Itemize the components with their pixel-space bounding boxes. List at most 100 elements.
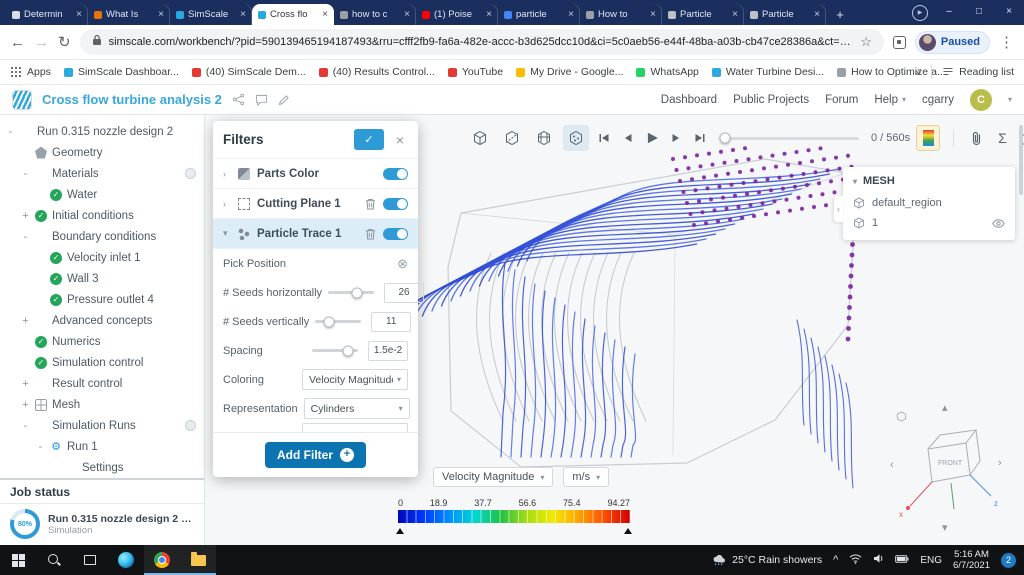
slider-knob[interactable] [351,287,363,298]
new-tab-button[interactable]: + [830,4,850,24]
filter-visibility-toggle[interactable] [383,167,408,180]
slider-knob[interactable] [342,345,354,356]
address-bar[interactable]: simscale.com/workbench/?pid=590139465194… [79,29,884,55]
url-text[interactable]: simscale.com/workbench/?pid=590139465194… [109,36,854,48]
expander-icon[interactable]: - [21,231,30,243]
representation-dropdown[interactable]: Cylinders ▾ [303,398,410,419]
simscale-logo[interactable] [12,89,32,110]
back-button[interactable]: ← [10,35,25,50]
tree-item[interactable]: ✓ Velocity inlet 1 [0,247,204,268]
bookmark-item[interactable]: YouTube [447,66,503,78]
tab-close-icon[interactable]: × [486,9,492,20]
tree-item[interactable]: - Run 0.315 nozzle design 2 [0,121,204,142]
tree-item[interactable]: - Boundary conditions [0,226,204,247]
spacing-value[interactable]: 1.5e-2 [368,340,408,361]
filter-visibility-toggle[interactable] [383,197,408,210]
bookmark-item[interactable]: My Drive - Google... [516,66,623,78]
isometric-view-icon[interactable] [467,125,493,151]
browser-tab[interactable]: (1) Poise × [416,4,498,25]
skip-to-end-button[interactable] [691,129,709,147]
seeds-vertical-value[interactable]: 11 [371,311,412,332]
close-window-button[interactable]: × [994,0,1024,23]
extensions-icon[interactable] [892,35,906,49]
item-menu-dot[interactable] [185,168,196,179]
expander-icon[interactable]: + [21,315,30,327]
tab-close-icon[interactable]: × [158,9,164,20]
timeline-knob[interactable] [719,132,731,144]
browser-tab[interactable]: How to × [580,4,662,25]
coloring-dropdown[interactable]: Velocity Magnitude ▾ [302,369,408,390]
tree-item[interactable]: + ✓ Initial conditions [0,205,204,226]
expander-icon[interactable]: + [21,399,30,411]
battery-icon[interactable] [895,554,909,566]
slider-knob[interactable] [323,316,335,327]
tab-close-icon[interactable]: × [814,9,820,20]
tree-item[interactable]: ✓ Pressure outlet 4 [0,289,204,310]
mesh-view-icon[interactable] [531,125,557,151]
bookmark-item[interactable]: WhatsApp [636,66,699,78]
task-view-button[interactable] [72,545,108,575]
navigation-cube[interactable]: ▴ ▾ ‹ › FRONT x z [888,402,1006,537]
browser-tab[interactable]: how to c × [334,4,416,25]
refresh-button[interactable]: ↻ [58,35,71,50]
close-filters-icon[interactable]: × [392,132,408,148]
filter-row[interactable]: ▾ Particle Trace 1 [213,218,418,248]
rotate-left-icon[interactable]: ‹ [890,459,894,471]
tree-item[interactable]: Settings [0,457,204,478]
apps-shortcut[interactable]: Apps [10,66,51,78]
volume-icon[interactable] [873,553,884,567]
legend-field-dropdown[interactable]: Velocity Magnitude ▾ [433,467,554,487]
tab-close-icon[interactable]: × [322,9,328,20]
rotate-down-icon[interactable]: ▾ [942,521,948,534]
bookmark-item[interactable]: (40) SimScale Dem... [191,66,306,78]
clock-widget[interactable]: 5:16 AM 6/7/2021 [953,549,990,571]
tree-item[interactable]: + Advanced concepts [0,310,204,331]
mesh-item-row[interactable]: 1 [843,213,1015,233]
expander-icon[interactable]: - [6,126,15,138]
add-filter-button[interactable]: Add Filter + [265,442,366,468]
item-menu-dot[interactable] [185,420,196,431]
tree-item[interactable]: - Simulation Runs [0,415,204,436]
bookmark-item[interactable]: SimScale Dashboar... [63,66,179,78]
clip-view-icon[interactable] [499,125,525,151]
chevron-icon[interactable]: › [223,169,231,179]
skip-to-start-button[interactable] [595,129,613,147]
nav-dashboard[interactable]: Dashboard [661,94,717,106]
taskbar-search-button[interactable] [36,545,72,575]
browser-tab[interactable]: particle × [498,4,580,25]
bookmarks-overflow-icon[interactable]: » [915,66,921,78]
browser-tab[interactable]: What Is × [88,4,170,25]
chevron-icon[interactable]: › [223,199,231,209]
nav-public-projects[interactable]: Public Projects [733,94,809,106]
edge-button[interactable] [108,545,144,575]
step-forward-button[interactable] [667,129,685,147]
file-explorer-button[interactable] [180,545,216,575]
browser-tab[interactable]: Determin × [6,4,88,25]
rotate-right-icon[interactable]: › [998,457,1002,469]
tree-item[interactable]: - Materials [0,163,204,184]
delete-filter-icon[interactable] [365,228,376,240]
tree-item[interactable]: + Result control [0,373,204,394]
reading-list-button[interactable]: Reading list [942,66,1014,78]
expander-icon[interactable]: - [21,168,30,180]
browser-tab[interactable]: Particle × [662,4,744,25]
tab-close-icon[interactable]: × [240,9,246,20]
pick-position-row[interactable]: Pick Position ⊗ [213,249,418,278]
legend-toggle-button[interactable] [916,125,941,151]
expander-icon[interactable]: - [21,420,30,432]
panel-collapse-handle[interactable]: ‹ [834,196,843,223]
filter-row[interactable]: › Cutting Plane 1 [213,188,418,218]
media-control-icon[interactable]: ▶ [912,4,928,21]
tree-item[interactable]: + Mesh [0,394,204,415]
mesh-region-row[interactable]: default_region [843,193,1015,213]
forward-button[interactable]: → [34,35,49,50]
tab-close-icon[interactable]: × [76,9,82,20]
share-icon[interactable] [232,93,245,106]
job-status-item[interactable]: 80% Run 0.315 nozzle design 2 - ... Simu… [0,504,204,544]
tree-item[interactable]: ✓ Water [0,184,204,205]
apply-filters-button[interactable]: ✓ [354,129,384,150]
bookmark-item[interactable]: Water Turbine Desi... [711,66,824,78]
chevron-icon[interactable]: ▾ [223,228,231,239]
wifi-icon[interactable] [849,554,862,567]
timeline-slider[interactable] [719,132,859,144]
